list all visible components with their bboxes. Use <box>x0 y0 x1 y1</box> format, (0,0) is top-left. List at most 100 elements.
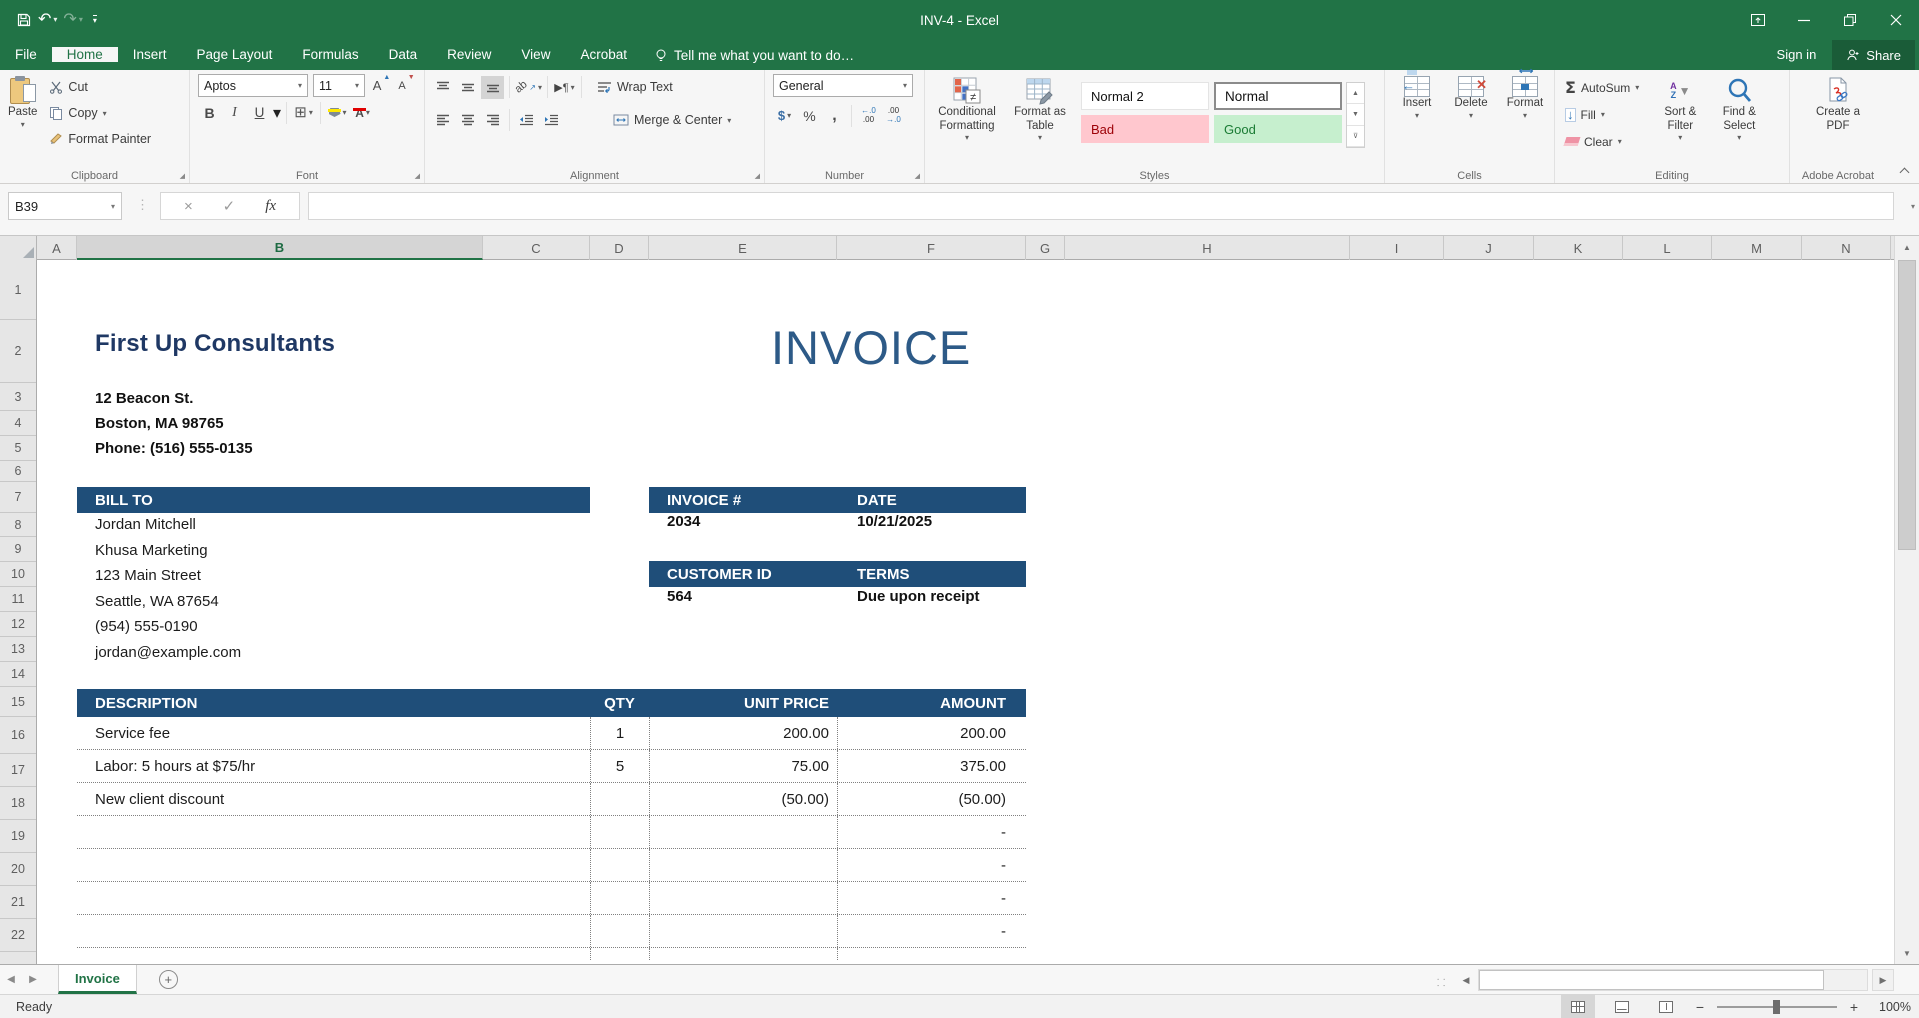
create-pdf-button[interactable]: Create a PDF <box>1808 74 1868 133</box>
zoom-slider[interactable] <box>1717 1006 1837 1008</box>
item-amount-cell[interactable]: - <box>837 915 1026 947</box>
gallery-more-icon[interactable]: ⊽ <box>1347 126 1364 147</box>
cell-style-chip[interactable]: Normal <box>1214 82 1342 110</box>
close-button[interactable] <box>1873 0 1919 40</box>
customer-id-values[interactable]: 564 Due upon receipt <box>649 588 1026 605</box>
item-qty-cell[interactable] <box>590 816 649 848</box>
ribbon-tab[interactable]: Data <box>374 47 433 62</box>
decrease-font-icon[interactable]: A▼ <box>395 74 418 97</box>
invoice-number-values[interactable]: 2034 10/21/2025 <box>649 513 1026 530</box>
invoice-number-header[interactable]: INVOICE # DATE <box>649 487 1026 513</box>
row-header[interactable]: 1 <box>0 260 36 320</box>
new-sheet-button[interactable]: + <box>159 970 178 989</box>
text-direction-button[interactable]: ▶¶▾ <box>553 76 576 99</box>
bold-button[interactable]: B <box>198 101 221 124</box>
merge-center-button[interactable]: Merge & Center▾ <box>609 107 735 133</box>
item-description-cell[interactable]: Service fee <box>77 717 590 749</box>
name-box[interactable]: B39▾ <box>8 192 122 220</box>
item-qty-cell[interactable]: 5 <box>590 750 649 782</box>
align-top-icon[interactable] <box>431 76 454 99</box>
scroll-up-icon[interactable]: ▲ <box>1895 236 1919 258</box>
invoice-item-row[interactable]: - <box>77 915 1026 948</box>
item-description-cell[interactable]: Labor: 5 hours at $75/hr <box>77 750 590 782</box>
decrease-decimal-button[interactable]: .00→.0 <box>882 104 905 127</box>
row-header[interactable]: 21 <box>0 886 36 919</box>
autosum-button[interactable]: ΣAutoSum▾ <box>1561 74 1643 101</box>
bill-to-line[interactable]: Jordan Mitchell <box>95 512 241 538</box>
customize-qat-button[interactable]: ▾ <box>93 15 97 25</box>
share-button[interactable]: Share <box>1832 40 1915 70</box>
row-header[interactable]: 19 <box>0 820 36 853</box>
address-line[interactable]: 12 Beacon St. <box>95 386 253 411</box>
insert-cells-button[interactable]: ← Insert▾ <box>1391 74 1443 120</box>
tab-scroll-grip[interactable]: ⸬ <box>1437 975 1447 989</box>
item-description-cell[interactable]: New client discount <box>77 783 590 815</box>
invoice-item-row[interactable]: - <box>77 882 1026 915</box>
row-header[interactable]: 3 <box>0 383 36 411</box>
ribbon-tab[interactable]: Page Layout <box>182 47 288 62</box>
clear-button[interactable]: Clear▾ <box>1561 128 1643 155</box>
sheet-tab-invoice[interactable]: Invoice <box>58 965 137 994</box>
sheet-nav-prev-icon[interactable]: ◀ <box>0 974 22 985</box>
format-as-table-button[interactable]: Format as Table▾ <box>1005 74 1075 143</box>
alignment-dialog-launcher[interactable]: ◢ <box>755 172 760 180</box>
cut-button[interactable]: Cut <box>45 74 155 100</box>
row-header[interactable]: 6 <box>0 461 36 482</box>
font-size-combo[interactable]: 11▾ <box>313 74 365 97</box>
comma-style-button[interactable]: , <box>823 104 846 127</box>
number-format-combo[interactable]: General▾ <box>773 74 913 97</box>
ribbon-tab[interactable]: Home <box>52 47 118 62</box>
align-left-icon[interactable] <box>431 109 454 132</box>
row-header[interactable]: 7 <box>0 482 36 513</box>
row-header[interactable]: 5 <box>0 436 36 461</box>
font-color-button[interactable]: A▾ <box>351 101 374 124</box>
cell-style-chip[interactable]: Bad <box>1081 115 1209 143</box>
item-qty-cell[interactable] <box>590 882 649 914</box>
find-select-button[interactable]: Find & Select▾ <box>1711 74 1767 143</box>
item-qty-cell[interactable]: 1 <box>590 717 649 749</box>
ribbon-tab[interactable]: Insert <box>118 47 182 62</box>
vertical-scrollbar[interactable]: ▲ ▼ <box>1894 236 1919 964</box>
delete-cells-button[interactable]: ✕ Delete▾ <box>1445 74 1497 120</box>
sort-filter-button[interactable]: AZ ▼ Sort & Filter▾ <box>1651 74 1709 143</box>
item-description-cell[interactable] <box>77 882 590 914</box>
row-header[interactable]: 20 <box>0 853 36 886</box>
invoice-item-row[interactable]: Labor: 5 hours at $75/hr 5 75.00 375.00 <box>77 750 1026 783</box>
row-header[interactable]: 16 <box>0 717 36 754</box>
insert-function-button[interactable]: fx <box>265 198 276 215</box>
minimize-button[interactable] <box>1781 0 1827 40</box>
row-header[interactable]: 18 <box>0 787 36 820</box>
ribbon-tab[interactable]: Formulas <box>287 47 373 62</box>
ribbon-tab[interactable]: Acrobat <box>565 47 642 62</box>
zoom-level[interactable]: 100% <box>1871 1000 1911 1014</box>
item-unit-price-cell[interactable]: 75.00 <box>649 750 837 782</box>
bill-to-line[interactable]: Seattle, WA 87654 <box>95 589 241 615</box>
address-line[interactable]: Phone: (516) 555-0135 <box>95 436 253 461</box>
column-header[interactable]: E <box>649 236 837 260</box>
increase-indent-icon[interactable] <box>540 109 563 132</box>
expand-formula-bar-icon[interactable]: ▾ <box>1911 202 1915 211</box>
column-header[interactable]: N <box>1802 236 1891 260</box>
column-header[interactable]: L <box>1623 236 1712 260</box>
formula-bar-splitter[interactable]: ⋮ <box>136 197 149 213</box>
hscroll-left-icon[interactable]: ◀ <box>1455 969 1477 991</box>
underline-button[interactable]: U <box>248 101 271 124</box>
zoom-in-button[interactable]: + <box>1847 999 1861 1015</box>
item-unit-price-cell[interactable] <box>649 882 837 914</box>
column-header[interactable]: I <box>1350 236 1444 260</box>
tell-me-box[interactable]: Tell me what you want to do… <box>642 40 866 70</box>
cell-style-chip[interactable]: Normal 2 <box>1081 82 1209 110</box>
column-header[interactable]: G <box>1026 236 1065 260</box>
item-amount-cell[interactable]: 200.00 <box>837 717 1026 749</box>
row-header[interactable]: 22 <box>0 919 36 952</box>
row-header[interactable]: 4 <box>0 411 36 436</box>
row-header[interactable]: 2 <box>0 320 36 383</box>
normal-view-button[interactable] <box>1561 995 1595 1018</box>
align-right-icon[interactable] <box>481 109 504 132</box>
page-layout-view-button[interactable] <box>1605 995 1639 1018</box>
item-qty-cell[interactable] <box>590 783 649 815</box>
select-all-corner[interactable] <box>0 236 37 260</box>
align-center-icon[interactable] <box>456 109 479 132</box>
column-header[interactable]: M <box>1712 236 1802 260</box>
item-qty-cell[interactable] <box>590 849 649 881</box>
